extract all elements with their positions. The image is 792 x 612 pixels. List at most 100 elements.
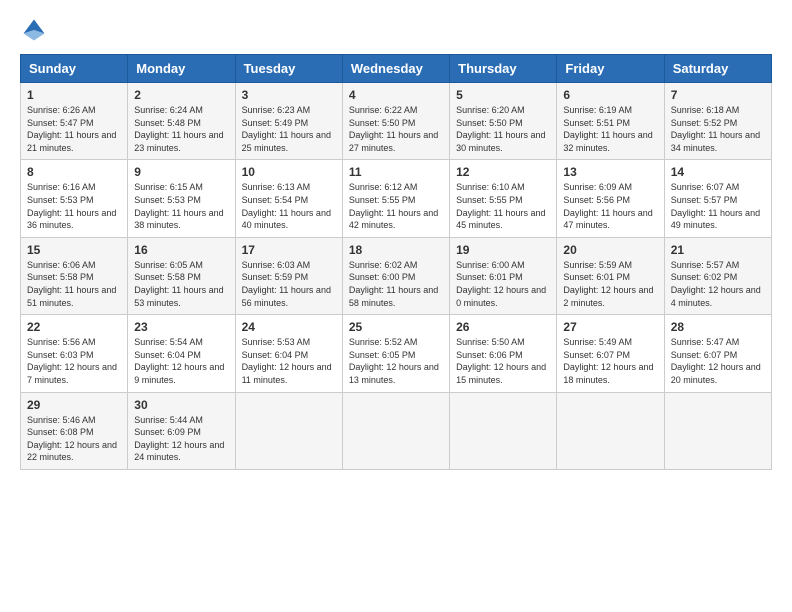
- calendar-cell: 28 Sunrise: 5:47 AMSunset: 6:07 PMDaylig…: [664, 315, 771, 392]
- day-number: 21: [671, 243, 765, 257]
- calendar-cell: 16 Sunrise: 6:05 AMSunset: 5:58 PMDaylig…: [128, 237, 235, 314]
- calendar-cell: 18 Sunrise: 6:02 AMSunset: 6:00 PMDaylig…: [342, 237, 449, 314]
- calendar-cell: 19 Sunrise: 6:00 AMSunset: 6:01 PMDaylig…: [450, 237, 557, 314]
- calendar-cell: 15 Sunrise: 6:06 AMSunset: 5:58 PMDaylig…: [21, 237, 128, 314]
- cell-info: Sunrise: 6:10 AMSunset: 5:55 PMDaylight:…: [456, 182, 545, 230]
- day-number: 19: [456, 243, 550, 257]
- calendar-cell: [342, 392, 449, 469]
- cell-info: Sunrise: 5:54 AMSunset: 6:04 PMDaylight:…: [134, 337, 224, 385]
- day-number: 9: [134, 165, 228, 179]
- day-number: 13: [563, 165, 657, 179]
- calendar-cell: 20 Sunrise: 5:59 AMSunset: 6:01 PMDaylig…: [557, 237, 664, 314]
- cell-info: Sunrise: 6:06 AMSunset: 5:58 PMDaylight:…: [27, 260, 116, 308]
- cell-info: Sunrise: 6:23 AMSunset: 5:49 PMDaylight:…: [242, 105, 331, 153]
- calendar-cell: 29 Sunrise: 5:46 AMSunset: 6:08 PMDaylig…: [21, 392, 128, 469]
- day-number: 20: [563, 243, 657, 257]
- day-number: 30: [134, 398, 228, 412]
- cell-info: Sunrise: 6:05 AMSunset: 5:58 PMDaylight:…: [134, 260, 223, 308]
- calendar-day-header: Wednesday: [342, 55, 449, 83]
- cell-info: Sunrise: 6:02 AMSunset: 6:00 PMDaylight:…: [349, 260, 438, 308]
- calendar-week-row: 15 Sunrise: 6:06 AMSunset: 5:58 PMDaylig…: [21, 237, 772, 314]
- cell-info: Sunrise: 6:09 AMSunset: 5:56 PMDaylight:…: [563, 182, 652, 230]
- calendar-cell: 14 Sunrise: 6:07 AMSunset: 5:57 PMDaylig…: [664, 160, 771, 237]
- day-number: 22: [27, 320, 121, 334]
- calendar-cell: 11 Sunrise: 6:12 AMSunset: 5:55 PMDaylig…: [342, 160, 449, 237]
- cell-info: Sunrise: 6:15 AMSunset: 5:53 PMDaylight:…: [134, 182, 223, 230]
- day-number: 11: [349, 165, 443, 179]
- day-number: 6: [563, 88, 657, 102]
- day-number: 27: [563, 320, 657, 334]
- calendar-week-row: 29 Sunrise: 5:46 AMSunset: 6:08 PMDaylig…: [21, 392, 772, 469]
- calendar-cell: [664, 392, 771, 469]
- calendar-day-header: Sunday: [21, 55, 128, 83]
- day-number: 18: [349, 243, 443, 257]
- cell-info: Sunrise: 5:57 AMSunset: 6:02 PMDaylight:…: [671, 260, 761, 308]
- calendar-table: SundayMondayTuesdayWednesdayThursdayFrid…: [20, 54, 772, 470]
- calendar-cell: 10 Sunrise: 6:13 AMSunset: 5:54 PMDaylig…: [235, 160, 342, 237]
- calendar-cell: 3 Sunrise: 6:23 AMSunset: 5:49 PMDayligh…: [235, 83, 342, 160]
- calendar-cell: 25 Sunrise: 5:52 AMSunset: 6:05 PMDaylig…: [342, 315, 449, 392]
- day-number: 4: [349, 88, 443, 102]
- header: [20, 16, 772, 44]
- day-number: 26: [456, 320, 550, 334]
- cell-info: Sunrise: 5:49 AMSunset: 6:07 PMDaylight:…: [563, 337, 653, 385]
- calendar-week-row: 1 Sunrise: 6:26 AMSunset: 5:47 PMDayligh…: [21, 83, 772, 160]
- calendar-cell: 6 Sunrise: 6:19 AMSunset: 5:51 PMDayligh…: [557, 83, 664, 160]
- calendar-cell: 22 Sunrise: 5:56 AMSunset: 6:03 PMDaylig…: [21, 315, 128, 392]
- calendar-cell: 17 Sunrise: 6:03 AMSunset: 5:59 PMDaylig…: [235, 237, 342, 314]
- cell-info: Sunrise: 5:53 AMSunset: 6:04 PMDaylight:…: [242, 337, 332, 385]
- calendar-week-row: 22 Sunrise: 5:56 AMSunset: 6:03 PMDaylig…: [21, 315, 772, 392]
- calendar-day-header: Monday: [128, 55, 235, 83]
- calendar-cell: 2 Sunrise: 6:24 AMSunset: 5:48 PMDayligh…: [128, 83, 235, 160]
- day-number: 7: [671, 88, 765, 102]
- calendar-cell: 13 Sunrise: 6:09 AMSunset: 5:56 PMDaylig…: [557, 160, 664, 237]
- day-number: 12: [456, 165, 550, 179]
- cell-info: Sunrise: 6:24 AMSunset: 5:48 PMDaylight:…: [134, 105, 223, 153]
- calendar-cell: 12 Sunrise: 6:10 AMSunset: 5:55 PMDaylig…: [450, 160, 557, 237]
- calendar-cell: 9 Sunrise: 6:15 AMSunset: 5:53 PMDayligh…: [128, 160, 235, 237]
- calendar-day-header: Tuesday: [235, 55, 342, 83]
- calendar-day-header: Thursday: [450, 55, 557, 83]
- day-number: 10: [242, 165, 336, 179]
- cell-info: Sunrise: 5:59 AMSunset: 6:01 PMDaylight:…: [563, 260, 653, 308]
- calendar-cell: 30 Sunrise: 5:44 AMSunset: 6:09 PMDaylig…: [128, 392, 235, 469]
- calendar-cell: 24 Sunrise: 5:53 AMSunset: 6:04 PMDaylig…: [235, 315, 342, 392]
- logo: [20, 16, 52, 44]
- cell-info: Sunrise: 6:13 AMSunset: 5:54 PMDaylight:…: [242, 182, 331, 230]
- day-number: 29: [27, 398, 121, 412]
- calendar-cell: [557, 392, 664, 469]
- cell-info: Sunrise: 5:47 AMSunset: 6:07 PMDaylight:…: [671, 337, 761, 385]
- day-number: 24: [242, 320, 336, 334]
- cell-info: Sunrise: 5:56 AMSunset: 6:03 PMDaylight:…: [27, 337, 117, 385]
- page: SundayMondayTuesdayWednesdayThursdayFrid…: [0, 0, 792, 612]
- calendar-cell: 23 Sunrise: 5:54 AMSunset: 6:04 PMDaylig…: [128, 315, 235, 392]
- day-number: 14: [671, 165, 765, 179]
- cell-info: Sunrise: 5:46 AMSunset: 6:08 PMDaylight:…: [27, 415, 117, 463]
- day-number: 25: [349, 320, 443, 334]
- calendar-cell: 7 Sunrise: 6:18 AMSunset: 5:52 PMDayligh…: [664, 83, 771, 160]
- cell-info: Sunrise: 6:16 AMSunset: 5:53 PMDaylight:…: [27, 182, 116, 230]
- cell-info: Sunrise: 5:44 AMSunset: 6:09 PMDaylight:…: [134, 415, 224, 463]
- day-number: 15: [27, 243, 121, 257]
- cell-info: Sunrise: 6:19 AMSunset: 5:51 PMDaylight:…: [563, 105, 652, 153]
- day-number: 5: [456, 88, 550, 102]
- cell-info: Sunrise: 6:00 AMSunset: 6:01 PMDaylight:…: [456, 260, 546, 308]
- cell-info: Sunrise: 6:26 AMSunset: 5:47 PMDaylight:…: [27, 105, 116, 153]
- calendar-header-row: SundayMondayTuesdayWednesdayThursdayFrid…: [21, 55, 772, 83]
- calendar-week-row: 8 Sunrise: 6:16 AMSunset: 5:53 PMDayligh…: [21, 160, 772, 237]
- calendar-cell: 27 Sunrise: 5:49 AMSunset: 6:07 PMDaylig…: [557, 315, 664, 392]
- calendar-cell: 1 Sunrise: 6:26 AMSunset: 5:47 PMDayligh…: [21, 83, 128, 160]
- cell-info: Sunrise: 6:07 AMSunset: 5:57 PMDaylight:…: [671, 182, 760, 230]
- calendar-cell: [450, 392, 557, 469]
- day-number: 1: [27, 88, 121, 102]
- day-number: 23: [134, 320, 228, 334]
- calendar-cell: 21 Sunrise: 5:57 AMSunset: 6:02 PMDaylig…: [664, 237, 771, 314]
- calendar-day-header: Friday: [557, 55, 664, 83]
- day-number: 28: [671, 320, 765, 334]
- calendar-cell: [235, 392, 342, 469]
- calendar-cell: 26 Sunrise: 5:50 AMSunset: 6:06 PMDaylig…: [450, 315, 557, 392]
- calendar-cell: 4 Sunrise: 6:22 AMSunset: 5:50 PMDayligh…: [342, 83, 449, 160]
- day-number: 16: [134, 243, 228, 257]
- day-number: 2: [134, 88, 228, 102]
- cell-info: Sunrise: 5:52 AMSunset: 6:05 PMDaylight:…: [349, 337, 439, 385]
